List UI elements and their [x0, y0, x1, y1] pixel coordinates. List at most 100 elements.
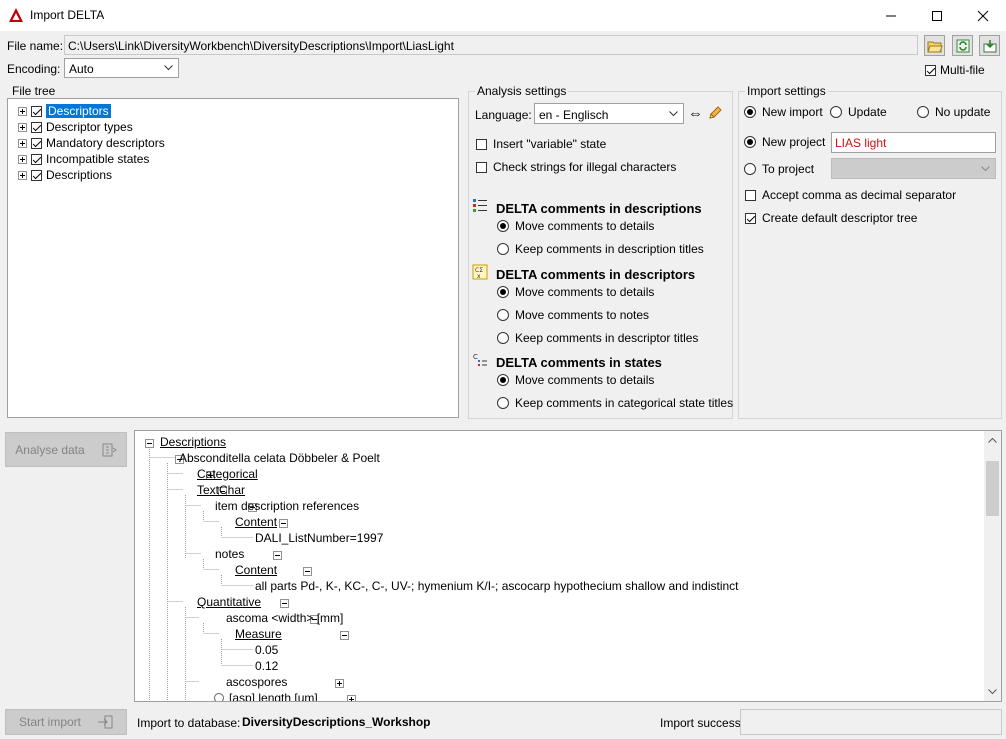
to-project-select[interactable] [831, 158, 996, 179]
xml-node-notes[interactable]: notes [215, 547, 244, 561]
window-title: Import DELTA [30, 8, 105, 22]
xml-node-quantitative[interactable]: Quantitative [197, 595, 261, 609]
xml-node-taxon[interactable]: Absconditella celata Döbbeler & Poelt [179, 451, 380, 465]
swap-arrows-icon[interactable]: ⇔ [688, 105, 703, 122]
encoding-label: Encoding: [7, 62, 61, 76]
xml-node-ascoma[interactable]: ascoma <width> [mm] [226, 611, 343, 625]
xml-node-dali[interactable]: DALI_ListNumber=1997 [255, 531, 383, 545]
descriptor-comments-title: DELTA comments in descriptors [496, 267, 696, 282]
expand-icon[interactable] [18, 138, 27, 148]
export-button[interactable] [979, 35, 1000, 56]
chevron-down-icon [981, 166, 990, 172]
insert-variable-checkbox[interactable]: Insert "variable" state [476, 137, 606, 151]
xml-node-notes-text[interactable]: all parts Pd-, K-, KC-, C-, UV-; hymeniu… [255, 579, 739, 593]
state-comments-title: DELTA comments in states [496, 355, 662, 370]
expand-icon[interactable] [18, 122, 27, 132]
collapse-icon[interactable] [340, 631, 350, 640]
expand-icon[interactable] [347, 695, 357, 701]
collapse-icon[interactable] [303, 567, 313, 576]
xml-node-categorical[interactable]: Categorical [197, 467, 258, 481]
tree-check[interactable] [31, 153, 42, 165]
state-keep-titles-radio[interactable]: Keep comments in categorical state title… [497, 396, 733, 410]
no-update-radio[interactable]: No update [917, 105, 990, 119]
import-settings-title: Import settings [745, 84, 828, 98]
tree-check[interactable] [31, 121, 42, 133]
insert-variable-check[interactable] [476, 138, 487, 150]
language-select[interactable]: en - Englisch [534, 103, 684, 124]
import-db-label: Import to database: [137, 716, 241, 730]
descriptor-keep-titles-radio[interactable]: Keep comments in descriptor titles [497, 331, 698, 345]
xml-node-measure[interactable]: Measure [235, 627, 282, 641]
chevron-down-icon [669, 111, 678, 117]
language-value: en - Englisch [539, 108, 609, 122]
minimize-button[interactable] [868, 0, 914, 31]
descriptors-icon: CΣx [472, 264, 488, 280]
multi-file-checkbox[interactable]: Multi-file [925, 63, 985, 77]
tree-check[interactable] [31, 137, 42, 149]
svg-text:C: C [473, 353, 478, 361]
to-project-radio[interactable]: To project [744, 162, 814, 176]
pencil-icon[interactable] [707, 105, 723, 121]
tree-check[interactable] [31, 105, 42, 117]
reload-button[interactable] [952, 35, 973, 56]
scrollbar-thumb[interactable] [986, 461, 999, 516]
analyse-data-button[interactable]: Analyse data [5, 432, 127, 467]
collapse-icon[interactable] [145, 439, 154, 448]
xml-node-content[interactable]: Content [235, 515, 277, 529]
collapse-icon[interactable] [278, 519, 288, 528]
create-tree-checkbox[interactable]: Create default descriptor tree [745, 211, 917, 225]
tree-item-mandatory-descriptors[interactable]: Mandatory descriptors [18, 136, 165, 150]
encoding-value: Auto [69, 62, 94, 76]
new-project-input[interactable]: LIAS light [831, 132, 996, 153]
xml-node-ascospores[interactable]: ascospores [226, 675, 287, 689]
collapse-icon[interactable] [279, 599, 289, 608]
analyse-icon [102, 443, 117, 456]
close-button[interactable] [960, 0, 1006, 31]
xml-tree-panel: Descriptions Absconditella celata Döbbel… [134, 430, 1002, 702]
chevron-down-icon[interactable] [988, 689, 997, 695]
check-strings-checkbox[interactable]: Check strings for illegal characters [476, 160, 676, 174]
start-import-button[interactable]: Start import [5, 709, 127, 735]
xml-vertical-scrollbar[interactable] [984, 431, 1001, 701]
xml-node-textchar[interactable]: TextChar [197, 483, 245, 497]
file-tree-panel: Descriptors Descriptor types Mandatory d… [7, 98, 459, 418]
xml-node-asp-length[interactable]: [asp] length [um] [229, 691, 318, 701]
file-path-field[interactable]: C:\Users\Link\DiversityWorkbench\Diversi… [64, 35, 918, 55]
tree-item-incompatible-states[interactable]: Incompatible states [18, 152, 149, 166]
svg-text:x: x [477, 273, 481, 280]
xml-node-content-notes[interactable]: Content [235, 563, 277, 577]
download-icon [983, 39, 996, 52]
xml-node-value-2[interactable]: 0.12 [255, 659, 278, 673]
descriptor-move-notes-radio[interactable]: Move comments to notes [497, 308, 649, 322]
tree-item-descriptors[interactable]: Descriptors [18, 104, 111, 118]
state-move-details-radio[interactable]: Move comments to details [497, 373, 654, 387]
accept-comma-checkbox[interactable]: Accept comma as decimal separator [745, 188, 956, 202]
refresh-icon [956, 39, 969, 52]
new-project-radio[interactable]: New project [744, 135, 825, 149]
check-strings-check[interactable] [476, 161, 487, 173]
update-radio[interactable]: Update [830, 105, 887, 119]
open-folder-button[interactable] [924, 35, 945, 56]
desc-move-details-radio[interactable]: Move comments to details [497, 219, 654, 233]
expand-icon[interactable] [334, 679, 344, 688]
encoding-select[interactable]: Auto [64, 58, 179, 78]
title-bar: Import DELTA [0, 0, 1006, 31]
tree-check[interactable] [31, 169, 42, 181]
analysis-settings-title: Analysis settings [475, 84, 569, 98]
chevron-up-icon[interactable] [988, 437, 997, 443]
language-label: Language: [475, 108, 532, 122]
multi-file-check[interactable] [925, 64, 936, 76]
expand-icon[interactable] [18, 106, 27, 116]
xml-node-value-1[interactable]: 0.05 [255, 643, 278, 657]
desc-keep-titles-radio[interactable]: Keep comments in description titles [497, 242, 704, 256]
maximize-button[interactable] [914, 0, 960, 31]
xml-node-item-refs[interactable]: item description references [215, 499, 359, 513]
tree-item-descriptor-types[interactable]: Descriptor types [18, 120, 133, 134]
tree-item-descriptions[interactable]: Descriptions [18, 168, 112, 182]
expand-icon[interactable] [18, 170, 27, 180]
descriptor-move-details-radio[interactable]: Move comments to details [497, 285, 654, 299]
expand-icon[interactable] [18, 154, 27, 164]
new-import-radio[interactable]: New import [744, 105, 823, 119]
xml-node-descriptions[interactable]: Descriptions [160, 435, 226, 449]
collapse-icon[interactable] [273, 551, 283, 560]
